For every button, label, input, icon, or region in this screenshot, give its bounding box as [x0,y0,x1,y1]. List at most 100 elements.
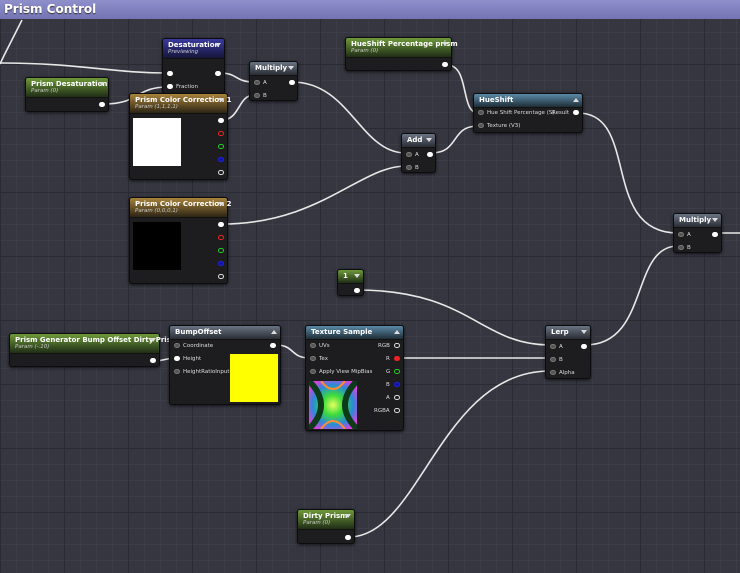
output-pin-icon[interactable] [218,235,224,240]
output-pin-icon[interactable] [394,382,400,387]
input-pin-icon[interactable] [478,123,484,128]
node-add[interactable]: Add A B [401,133,436,173]
expand-arrow-icon[interactable] [394,330,400,334]
node-subtitle: Param (1,1,1,1) [135,104,178,110]
output-pin-icon[interactable] [581,344,587,349]
collapse-arrow-icon[interactable] [426,138,432,142]
node-title: Prism Color Correction 1 [135,96,232,104]
output-pin-icon[interactable] [354,288,360,293]
node-color-correction-1[interactable]: Prism Color Correction 1 Param (1,1,1,1) [129,93,232,180]
input-pin-icon[interactable] [550,344,556,349]
node-subtitle: Param (-.10) [15,344,50,350]
node-title: Desaturation [168,41,220,49]
graph-title: Prism Control [4,2,97,16]
node-dirty-prism[interactable]: Dirty Prism Param (0) [297,509,355,544]
output-pin-icon[interactable] [218,157,224,162]
pin-label-b: B [687,245,691,251]
collapse-arrow-icon[interactable] [150,338,156,342]
wire-hueshift-multiply2 [577,112,679,234]
node-desaturation[interactable]: Desaturation Previewing Fraction [162,38,225,94]
node-title: Prism Generator Bump Offset Dirty Prism [15,336,179,344]
collapse-arrow-icon[interactable] [215,43,221,47]
input-pin-icon[interactable] [310,356,316,361]
node-prism-desaturation[interactable]: Prism Desaturation Param (0) [25,77,109,112]
input-pin-icon[interactable] [174,369,180,374]
output-pin-icon[interactable] [218,248,224,253]
pin-label-b: B [263,93,267,99]
output-pin-icon[interactable] [345,535,351,540]
node-subtitle: Param (0) [351,48,379,54]
collapse-arrow-icon[interactable] [345,514,351,518]
output-pin-icon[interactable] [270,343,276,348]
output-pin-icon[interactable] [427,152,433,157]
node-lerp[interactable]: Lerp A B Alpha [545,325,591,379]
collapse-arrow-icon[interactable] [99,82,105,86]
output-pin-icon[interactable] [394,356,400,361]
collapse-arrow-icon[interactable] [218,98,224,102]
node-multiply-1[interactable]: Multiply A B [249,61,298,101]
input-pin-icon[interactable] [550,357,556,362]
node-bump-offset[interactable]: BumpOffset Coordinate Height HeightRatio… [169,325,281,405]
input-pin-icon[interactable] [678,232,684,237]
node-title: Dirty Prism [303,512,348,520]
collapse-arrow-icon[interactable] [581,330,587,334]
output-pin-icon[interactable] [99,102,105,107]
output-pin-icon[interactable] [218,170,224,175]
node-hueshift-percentage[interactable]: HueShift Percentage prism Param (0) [345,37,458,71]
node-title: Add [407,136,423,144]
input-pin-icon[interactable] [310,369,316,374]
node-color-correction-2[interactable]: Prism Color Correction 2 Param (0,0,0,1) [129,197,232,284]
collapse-arrow-icon[interactable] [442,42,448,46]
node-hueshift[interactable]: HueShift Hue Shift Percentage (S) Result… [473,93,583,133]
output-pin-icon[interactable] [150,358,156,363]
node-title: Texture Sample [311,328,373,336]
output-pin-icon[interactable] [218,274,224,279]
pin-label-a: A [386,395,390,401]
node-title: HueShift [479,96,514,104]
output-pin-icon[interactable] [218,144,224,149]
input-pin-icon[interactable] [167,71,173,76]
output-pin-icon[interactable] [394,408,400,413]
output-pin-icon[interactable] [218,261,224,266]
output-pin-icon[interactable] [215,71,221,76]
input-pin-icon[interactable] [254,93,260,98]
output-pin-icon[interactable] [289,80,295,85]
collapse-arrow-icon[interactable] [712,218,718,222]
node-subtitle: Param (0,0,0,1) [135,208,178,214]
output-pin-icon[interactable] [218,222,224,227]
input-pin-icon[interactable] [174,356,180,361]
node-texture-sample[interactable]: Texture Sample UVs Tex Apply View MipBia… [305,325,404,431]
collapse-arrow-icon[interactable] [354,274,360,278]
output-pin-icon[interactable] [218,118,224,123]
input-pin-icon[interactable] [310,343,316,348]
pin-label-a: A [263,80,267,86]
node-bump-offset-param[interactable]: Prism Generator Bump Offset Dirty Prism … [9,333,179,367]
input-pin-icon[interactable] [174,343,180,348]
node-constant-1[interactable]: 1 [337,269,364,296]
output-pin-icon[interactable] [218,131,224,136]
input-pin-icon[interactable] [406,152,412,157]
input-pin-icon[interactable] [406,165,412,170]
expand-arrow-icon[interactable] [271,330,277,334]
input-pin-icon[interactable] [167,84,173,89]
pin-label-tex: Tex [319,356,328,362]
collapse-arrow-icon[interactable] [288,66,294,70]
node-subtitle: Param (0) [303,520,331,526]
input-pin-icon[interactable] [678,245,684,250]
node-title: Lerp [551,328,569,336]
node-multiply-2[interactable]: Multiply A B [673,213,722,253]
output-pin-icon[interactable] [394,343,400,348]
output-pin-icon[interactable] [712,232,718,237]
input-pin-icon[interactable] [254,80,260,85]
collapse-arrow-icon[interactable] [218,202,224,206]
input-pin-icon[interactable] [478,110,484,115]
output-pin-icon[interactable] [394,369,400,374]
node-subtitle: Param (0) [31,88,59,94]
node-title: Prism Desaturation [31,80,108,88]
expand-arrow-icon[interactable] [573,98,579,102]
pin-label-result: Result [552,110,569,116]
input-pin-icon[interactable] [550,370,556,375]
output-pin-icon[interactable] [442,62,448,67]
output-pin-icon[interactable] [394,395,400,400]
output-pin-icon[interactable] [573,110,579,115]
